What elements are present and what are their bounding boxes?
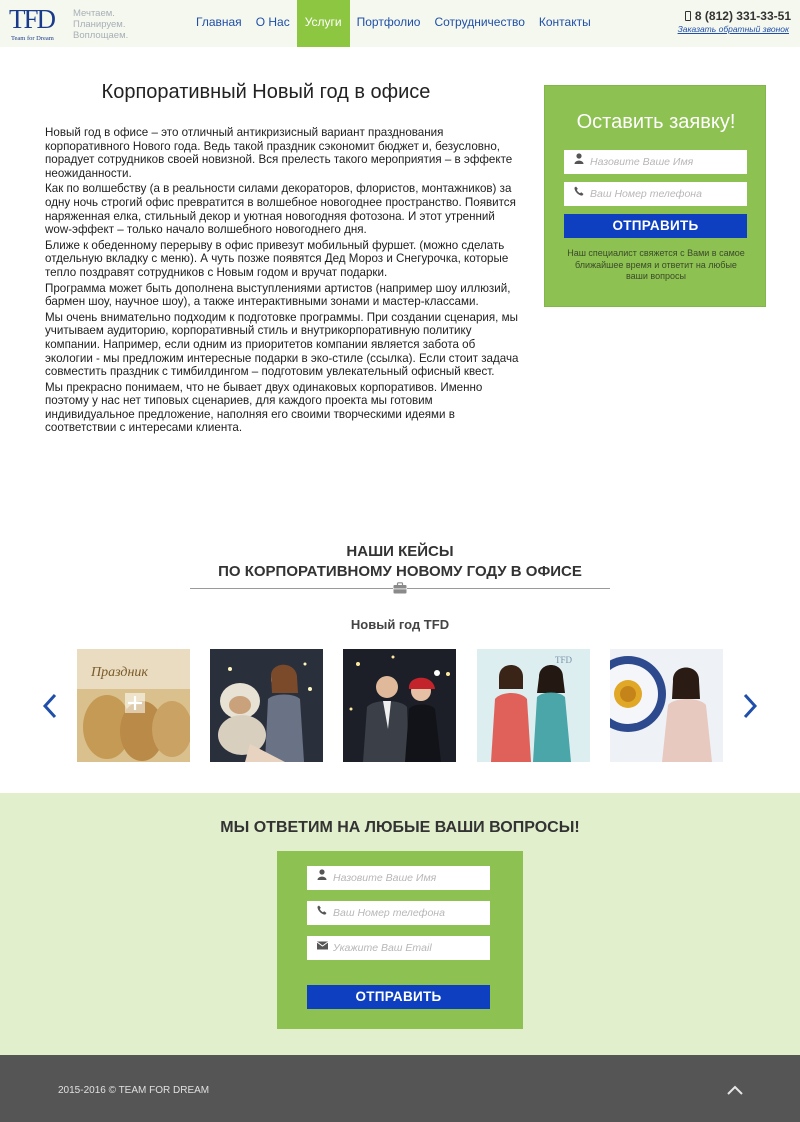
phone-placeholder: Ваш Номер телефона bbox=[590, 188, 702, 200]
phone-icon bbox=[317, 901, 327, 925]
two-women-photo[interactable]: TFD bbox=[477, 649, 590, 762]
phone-field[interactable]: Ваш Номер телефона bbox=[564, 182, 747, 206]
article-paragraph: Как по волшебству (а в реальности силами… bbox=[45, 182, 516, 237]
photo-caption: Праздник bbox=[90, 665, 148, 680]
question-phone-field[interactable]: Ваш Номер телефона bbox=[307, 901, 490, 925]
user-icon bbox=[574, 150, 584, 174]
site-footer: 2015-2016 © TEAM FOR DREAM bbox=[0, 1055, 800, 1122]
user-icon bbox=[317, 866, 327, 890]
article-paragraph: Мы очень внимательно подходим к подготов… bbox=[45, 310, 519, 379]
request-form-title: Оставить заявку! bbox=[576, 111, 736, 133]
name-placeholder: Назовите Ваше Имя bbox=[590, 156, 694, 168]
submit-request-button[interactable]: ОТПРАВИТЬ bbox=[564, 214, 747, 238]
couple-santa-hat-photo[interactable] bbox=[343, 649, 456, 762]
slogan: Мечтаем. Планируем. Воплощаем. bbox=[73, 8, 128, 41]
slogan-line: Воплощаем. bbox=[73, 30, 129, 41]
nav-item-services[interactable]: Услуги bbox=[296, 0, 350, 47]
woman-sun-decor-photo[interactable] bbox=[610, 649, 723, 762]
svg-text:TFD: TFD bbox=[555, 655, 573, 665]
nav-item-home[interactable]: Главная bbox=[189, 0, 249, 47]
phone-icon bbox=[574, 182, 584, 206]
request-form: Оставить заявку! Назовите Ваше Имя Ваш Н… bbox=[544, 85, 766, 307]
main-nav: Главная О Нас Услуги Портфолио Сотруднич… bbox=[189, 0, 598, 47]
name-field[interactable]: Назовите Ваше Имя bbox=[564, 150, 747, 174]
email-placeholder: Укажите Ваш Email bbox=[333, 942, 432, 954]
phone-placeholder: Ваш Номер телефона bbox=[333, 907, 445, 919]
logo-subtitle: Team for Dream bbox=[11, 35, 54, 42]
nav-item-cooperation[interactable]: Сотрудничество bbox=[427, 0, 531, 47]
nav-item-contacts[interactable]: Контакты bbox=[532, 0, 598, 47]
gallery-title: Новый год TFD bbox=[350, 617, 450, 632]
gallery-prev-arrow[interactable] bbox=[42, 692, 58, 720]
questions-section: МЫ ОТВЕТИМ НА ЛЮБЫЕ ВАШИ ВОПРОСЫ! Назови… bbox=[0, 793, 800, 1055]
page-title: Корпоративный Новый год в офисе bbox=[101, 81, 431, 103]
slogan-line: Планируем. bbox=[73, 19, 126, 30]
phone-number[interactable]: 8 (812) 331-33-51 bbox=[684, 9, 791, 23]
cases-title: НАШИ КЕЙСЫ ПО КОРПОРАТИВНОМУ НОВОМУ ГОДУ… bbox=[0, 542, 800, 582]
copyright: 2015-2016 © TEAM FOR DREAM bbox=[58, 1085, 210, 1096]
request-form-note: Наш специалист свяжется с Вами в самое б… bbox=[567, 248, 745, 281]
phone-text: 8 (812) 331-33-51 bbox=[694, 9, 791, 23]
name-placeholder: Назовите Ваше Имя bbox=[333, 872, 437, 884]
chevron-up-icon bbox=[727, 1085, 743, 1095]
logo[interactable]: TFD Team for Dream bbox=[9, 4, 63, 44]
article-body: Новый год в офисе – это отличный антикри… bbox=[45, 126, 525, 437]
scroll-to-top-button[interactable] bbox=[726, 1083, 744, 1095]
gallery-next-arrow[interactable] bbox=[742, 692, 758, 720]
briefcase-icon bbox=[393, 582, 407, 594]
gift-bags-photo[interactable]: Праздник bbox=[77, 649, 190, 762]
envelope-icon bbox=[316, 936, 329, 960]
article-paragraph: Мы прекрасно понимаем, что не бывает дву… bbox=[45, 380, 483, 435]
site-header: TFD Team for Dream Мечтаем. Планируем. В… bbox=[0, 0, 800, 47]
cases-title-line: ПО КОРПОРАТИВНОМУ НОВОМУ ГОДУ В ОФИСЕ bbox=[218, 563, 582, 580]
article-paragraph: Программа может быть дополнена выступлен… bbox=[45, 281, 511, 309]
question-email-field[interactable]: Укажите Ваш Email bbox=[307, 936, 490, 960]
cases-title-line: НАШИ КЕЙСЫ bbox=[346, 543, 454, 560]
questions-form: Назовите Ваше Имя Ваш Номер телефона Ука… bbox=[277, 851, 523, 1029]
article-paragraph: Ближе к обеденному перерыву в офис приве… bbox=[45, 238, 509, 279]
nav-item-portfolio[interactable]: Портфолио bbox=[350, 0, 428, 47]
question-name-field[interactable]: Назовите Ваше Имя bbox=[307, 866, 490, 890]
mobile-phone-icon bbox=[684, 11, 691, 21]
article-paragraph: Новый год в офисе – это отличный антикри… bbox=[45, 126, 513, 180]
questions-title: МЫ ОТВЕТИМ НА ЛЮБЫЕ ВАШИ ВОПРОСЫ! bbox=[220, 819, 580, 836]
submit-question-button[interactable]: ОТПРАВИТЬ bbox=[307, 985, 490, 1009]
logo-mark: TFD bbox=[9, 4, 56, 34]
callback-link[interactable]: Заказать обратный звонок bbox=[678, 24, 789, 34]
slogan-line: Мечтаем. bbox=[73, 8, 115, 19]
monkey-mascot-photo[interactable] bbox=[210, 649, 323, 762]
nav-item-about[interactable]: О Нас bbox=[249, 0, 297, 47]
